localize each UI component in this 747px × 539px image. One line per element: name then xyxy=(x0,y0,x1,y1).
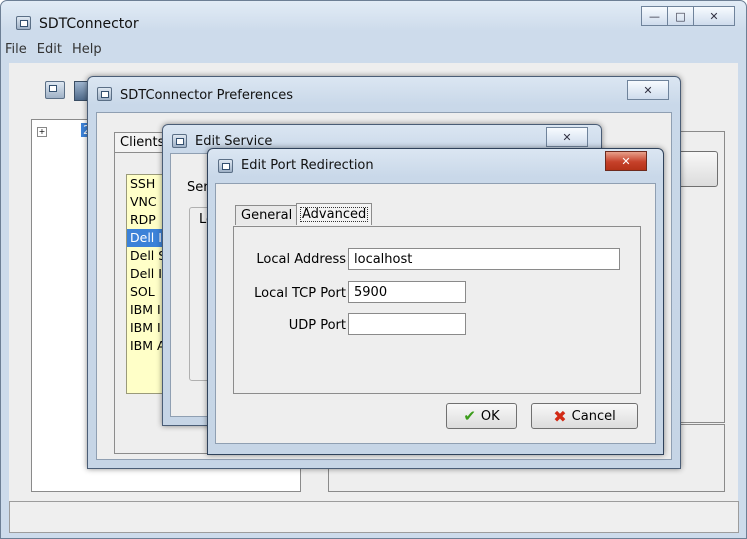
close-button[interactable]: ✕ xyxy=(694,6,735,26)
port-redirection-close-button[interactable]: ✕ xyxy=(605,151,647,171)
tab-advanced-label: Advanced xyxy=(300,207,369,222)
menu-bar: File Edit Help xyxy=(5,42,102,57)
local-tcp-port-label: Local TCP Port xyxy=(254,286,346,301)
edit-service-icon xyxy=(172,134,187,148)
port-redirection-icon xyxy=(218,159,233,173)
connect-gateway-icon[interactable] xyxy=(45,81,66,99)
status-bar xyxy=(9,501,739,533)
app-icon xyxy=(16,16,31,30)
checkmark-icon: ✔ xyxy=(463,407,476,425)
menu-help[interactable]: Help xyxy=(72,42,102,57)
preferences-title: SDTConnector Preferences xyxy=(120,88,294,103)
menu-file[interactable]: File xyxy=(5,42,27,57)
edit-service-close-button[interactable]: ✕ xyxy=(546,127,588,147)
cancel-label: Cancel xyxy=(571,408,616,424)
local-address-input[interactable] xyxy=(348,248,620,270)
window-title: SDTConnector xyxy=(39,16,139,32)
port-redirection-title: Edit Port Redirection xyxy=(241,158,374,173)
tab-general[interactable]: General xyxy=(235,205,299,225)
udp-port-input[interactable] xyxy=(348,313,466,335)
ok-label: OK xyxy=(480,408,500,424)
minimize-button[interactable]: — xyxy=(641,6,668,26)
udp-port-label: UDP Port xyxy=(288,318,346,333)
cancel-button[interactable]: ✖ Cancel xyxy=(531,403,638,429)
menu-edit[interactable]: Edit xyxy=(37,42,62,57)
red-x-icon: ✖ xyxy=(553,406,567,426)
tree-expand-icon[interactable]: + xyxy=(37,127,47,137)
maximize-button[interactable]: □ xyxy=(668,6,694,26)
edit-service-title: Edit Service xyxy=(195,134,273,149)
caption-buttons: — □ ✕ xyxy=(641,6,735,26)
port-redirection-dialog: Edit Port Redirection ✕ General Advanced… xyxy=(207,148,664,455)
local-address-label: Local Address xyxy=(256,252,346,267)
preferences-close-button[interactable]: ✕ xyxy=(627,80,669,100)
tab-advanced[interactable]: Advanced xyxy=(296,203,373,225)
local-tcp-port-input[interactable] xyxy=(348,281,466,303)
ok-button[interactable]: ✔ OK xyxy=(446,403,517,429)
preferences-dialog-icon xyxy=(97,87,112,101)
